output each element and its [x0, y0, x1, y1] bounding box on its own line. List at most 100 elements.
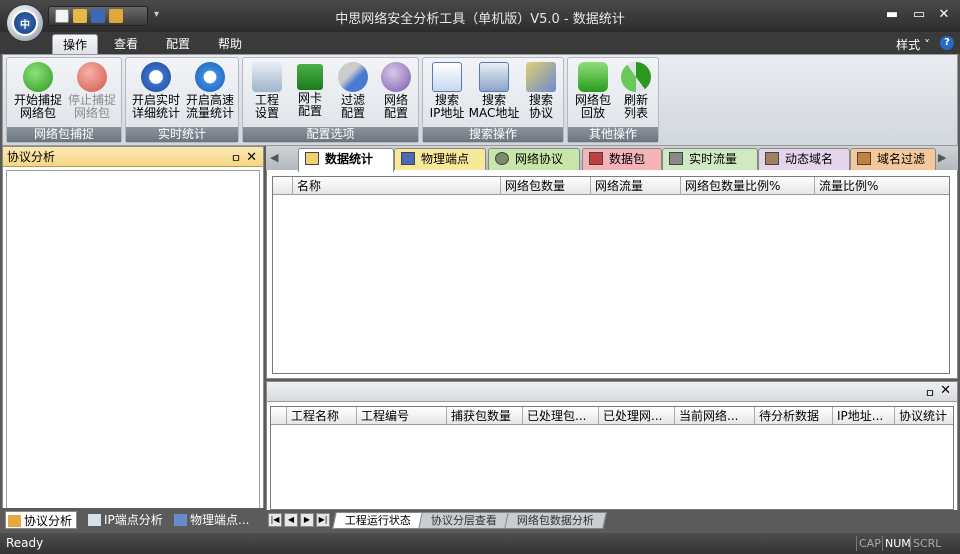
num-indicator: NUM [882, 536, 913, 551]
project-table[interactable]: 工程名称 工程编号 捕获包数量 已处理包... 已处理网... 当前网络... … [270, 406, 954, 510]
col-processed-packets[interactable]: 已处理包... [523, 407, 599, 425]
minimize-button[interactable]: ▬ [884, 8, 900, 22]
tab-ip-endpoint[interactable]: IP端点分析 [86, 511, 168, 529]
col-traffic-ratio[interactable]: 流量比例% [815, 177, 949, 195]
col-protocol-stats[interactable]: 协议统计 [895, 407, 953, 425]
refresh-list-button[interactable]: 刷新 列表 [614, 62, 658, 120]
col-processed-network[interactable]: 已处理网... [599, 407, 675, 425]
tab-view[interactable]: 查看 [104, 34, 148, 54]
status-bar: Ready CAP NUM SCRL [0, 533, 960, 554]
tab-label: 协议分析 [24, 514, 73, 528]
col-pending-data[interactable]: 待分析数据 [755, 407, 833, 425]
tab-operate[interactable]: 操作 [52, 34, 99, 54]
app-menu-button[interactable]: 中 [6, 4, 44, 42]
tab-label: 网络协议 [515, 152, 564, 166]
next-page-button[interactable]: ▶ [300, 513, 314, 527]
protocol-tree[interactable] [6, 170, 260, 515]
packet-replay-button[interactable]: 网络包 回放 [571, 62, 615, 120]
network-card-icon [297, 64, 323, 90]
tab-network-protocol[interactable]: 网络协议 [488, 148, 580, 170]
stats-table[interactable]: 名称 网络包数量 网络流量 网络包数量比例% 流量比例% [272, 176, 950, 374]
col-packet-count[interactable]: 网络包数量 [501, 177, 591, 195]
scrl-indicator: SCRL [910, 536, 943, 551]
search-mac-button[interactable]: 搜索 MAC地址 [467, 62, 521, 120]
tab-label: 动态域名 [785, 152, 834, 166]
panel-header: ㅁ ✕ [267, 382, 957, 402]
stop-capture-button[interactable]: 停止捕捉 网络包 [65, 62, 119, 120]
tab-label: 物理端点 [421, 152, 470, 166]
ip-icon [88, 514, 101, 526]
project-status-panel: ㅁ ✕ 工程名称 工程编号 捕获包数量 已处理包... 已处理网... 当前网络… [266, 381, 958, 530]
start-capture-button[interactable]: 开始捕捉 网络包 [11, 62, 65, 120]
group-title: 其他操作 [568, 127, 658, 142]
col-project-id[interactable]: 工程编号 [357, 407, 447, 425]
close-button[interactable]: ✕ [936, 8, 952, 22]
group-packet-capture: 开始捕捉 网络包 停止捕捉 网络包 网络包捕捉 [6, 57, 122, 143]
speed-search-icon [195, 62, 225, 92]
pin-icon[interactable]: ㅁ [925, 385, 935, 401]
tab-dynamic-domain[interactable]: 动态域名 [758, 148, 850, 170]
group-search-ops: 搜索 IP地址 搜索 MAC地址 搜索 协议 搜索操作 [422, 57, 564, 143]
tab-help[interactable]: 帮助 [208, 34, 252, 54]
tab-protocol-analysis[interactable]: 协议分析 [5, 511, 77, 529]
group-realtime-stats: 开启实时 详细统计 开启高速 流量统计 实时统计 [125, 57, 239, 143]
help-icon[interactable]: ? [940, 36, 954, 50]
col-project-name[interactable]: 工程名称 [287, 407, 357, 425]
network-config-button[interactable]: 网络 配置 [374, 62, 418, 120]
group-title: 实时统计 [126, 127, 238, 142]
btn-label: 配置 [297, 104, 322, 118]
realtime-stats-button[interactable]: 开启实时 详细统计 [129, 62, 183, 120]
first-page-button[interactable]: |◀ [268, 513, 282, 527]
col-ip-address[interactable]: IP地址... [833, 407, 895, 425]
col-packet-ratio[interactable]: 网络包数量比例% [681, 177, 815, 195]
col-name[interactable]: 名称 [293, 177, 501, 195]
last-page-button[interactable]: ▶| [316, 513, 330, 527]
search-ip-button[interactable]: 搜索 IP地址 [427, 62, 467, 120]
tab-label: 域名过滤 [877, 152, 926, 166]
endpoint-icon [401, 152, 415, 165]
project-settings-button[interactable]: 工程 设置 [245, 62, 289, 120]
tab-config[interactable]: 配置 [156, 34, 200, 54]
speed-stats-button[interactable]: 开启高速 流量统计 [183, 62, 237, 120]
btn-label: 配置 [340, 106, 365, 120]
col-captured[interactable]: 捕获包数量 [447, 407, 523, 425]
tab-label: 物理端点... [190, 513, 250, 527]
btn-label: MAC地址 [468, 106, 520, 120]
tab-label: IP端点分析 [104, 513, 163, 527]
tab-physical-endpoint[interactable]: 物理端点... [172, 511, 260, 529]
tab-project-status[interactable]: 工程运行状态 [332, 512, 424, 529]
tab-packets[interactable]: 数据包 [582, 148, 662, 170]
pin-icon[interactable]: ㅁ [231, 149, 241, 169]
btn-label: 设置 [254, 106, 279, 120]
col-traffic[interactable]: 网络流量 [591, 177, 681, 195]
tab-physical-endpoint[interactable]: 物理端点 [394, 148, 486, 170]
maximize-button[interactable]: ▭ [911, 8, 927, 22]
tab-data-stats[interactable]: 数据统计 [298, 148, 394, 172]
window-title: 中思网络安全分析工具（单机版）V5.0 - 数据统计 [335, 12, 625, 27]
scroll-left-icon[interactable]: ◀ [270, 151, 278, 164]
tab-realtime-traffic[interactable]: 实时流量 [662, 148, 758, 170]
protocol-icon [495, 152, 509, 165]
style-menu[interactable]: 样式 ˅ [896, 36, 930, 53]
panel-title: 协议分析 [7, 150, 56, 164]
tab-domain-filter[interactable]: 域名过滤 [850, 148, 936, 170]
col-current-network[interactable]: 当前网络... [675, 407, 755, 425]
search-protocol-button[interactable]: 搜索 协议 [521, 62, 561, 120]
filter-config-button[interactable]: 过滤 配置 [331, 62, 375, 120]
prev-page-button[interactable]: ◀ [284, 513, 298, 527]
close-icon[interactable]: ✕ [940, 383, 951, 398]
domain-icon [765, 152, 779, 165]
group-title: 配置选项 [243, 127, 418, 142]
close-icon[interactable]: ✕ [246, 148, 257, 168]
grid-icon [669, 152, 683, 165]
style-label: 样式 [896, 38, 921, 52]
protocol-analysis-panel: 协议分析 ㅁ ✕ [2, 146, 264, 530]
tab-protocol-layers[interactable]: 协议分层查看 [418, 512, 510, 529]
tab-packet-analysis[interactable]: 网络包数据分析 [504, 512, 607, 529]
tab-label: 工程运行状态 [344, 514, 411, 527]
table-header: 名称 网络包数量 网络流量 网络包数量比例% 流量比例% [273, 177, 949, 195]
group-other-ops: 网络包 回放 刷新 列表 其他操作 [567, 57, 659, 143]
header-spacer [271, 407, 287, 425]
nic-config-button[interactable]: 网卡 配置 [288, 62, 332, 118]
scroll-right-icon[interactable]: ▶ [938, 151, 946, 164]
